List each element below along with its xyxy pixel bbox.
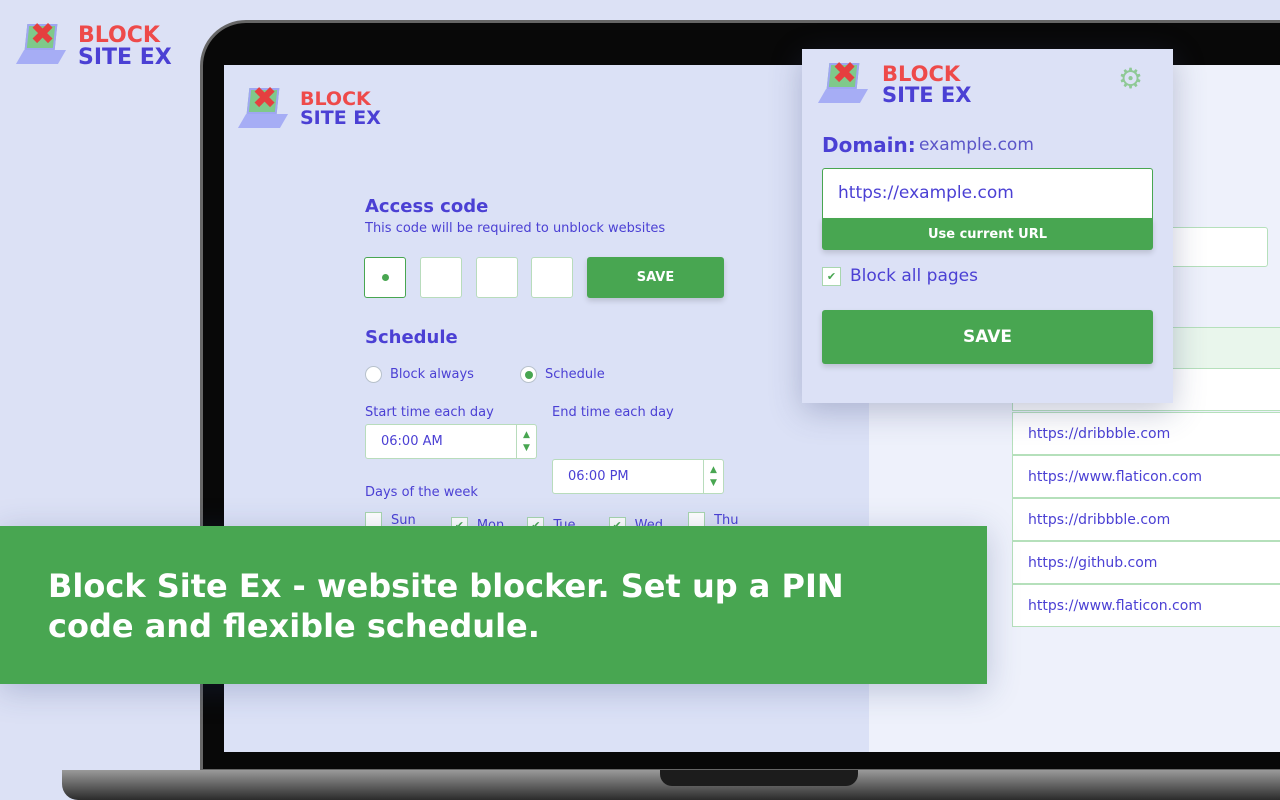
brand-line1: BLOCK <box>78 23 160 48</box>
block-all-pages-checkbox[interactable]: ✔ Block all pages <box>822 266 978 286</box>
access-code-subtitle: This code will be required to unblock we… <box>365 221 666 236</box>
list-item[interactable]: https://dribbble.com <box>1012 498 1280 541</box>
schedule-title: Schedule <box>365 327 458 348</box>
brand-line1: BLOCK <box>882 62 961 86</box>
radio-icon <box>520 366 537 383</box>
popup-save-button[interactable]: SAVE <box>822 310 1153 364</box>
end-time-value: 06:00 PM <box>568 469 629 484</box>
spinner-arrows-icon[interactable]: ▲ ▼ <box>703 460 723 493</box>
radio-block-always[interactable]: Block always <box>365 366 474 383</box>
checkbox-checked[interactable]: ✔ <box>822 266 841 286</box>
start-time-value: 06:00 AM <box>381 434 443 449</box>
spinner-arrows-icon[interactable]: ▲ ▼ <box>516 425 536 458</box>
popup-logo: ✖ BLOCK SITE EX <box>817 59 972 109</box>
days-label: Days of the week <box>365 485 478 500</box>
laptop-block-icon: ✖ <box>237 84 292 132</box>
domain-label: Domain: <box>822 133 916 157</box>
brand-line2: SITE EX <box>78 45 172 70</box>
brand-line2: SITE EX <box>300 107 381 129</box>
laptop-block-icon: ✖ <box>817 59 874 109</box>
screen-logo: ✖ BLOCK SITE EX <box>237 84 381 132</box>
pin-digit-3[interactable] <box>476 257 518 298</box>
end-time-label: End time each day <box>552 405 674 420</box>
domain-value: example.com <box>919 135 1034 155</box>
block-all-label: Block all pages <box>850 266 978 286</box>
laptop-block-icon: ✖ <box>15 20 70 72</box>
radio-icon <box>365 366 382 383</box>
brand-logo: ✖ BLOCK SITE EX <box>15 20 172 72</box>
start-time-input[interactable]: 06:00 AM ▲ ▼ <box>365 424 537 459</box>
list-item[interactable]: https://github.com <box>1012 541 1280 584</box>
laptop-notch <box>660 770 858 786</box>
url-input[interactable]: https://example.com <box>822 168 1153 218</box>
radio-label: Block always <box>390 367 474 382</box>
radio-label: Schedule <box>545 367 605 382</box>
use-current-url-button[interactable]: Use current URL <box>822 218 1153 250</box>
list-item[interactable]: https://www.flaticon.com <box>1012 455 1280 498</box>
pin-digit-2[interactable] <box>420 257 462 298</box>
promo-banner: Block Site Ex - website blocker. Set up … <box>0 526 987 684</box>
brand-line2: SITE EX <box>882 83 972 107</box>
start-time-label: Start time each day <box>365 405 494 420</box>
extension-popup: ✖ BLOCK SITE EX ⚙ Domain: example.com htt… <box>802 49 1173 403</box>
access-save-button[interactable]: SAVE <box>587 257 724 298</box>
radio-schedule[interactable]: Schedule <box>520 366 605 383</box>
end-time-input[interactable]: 06:00 PM ▲ ▼ <box>552 459 724 494</box>
pin-digit-1[interactable] <box>364 257 406 298</box>
settings-gear-icon[interactable]: ⚙ <box>1118 65 1143 93</box>
access-code-title: Access code <box>365 196 489 217</box>
list-item[interactable]: https://www.flaticon.com <box>1012 584 1280 627</box>
pin-digit-4[interactable] <box>531 257 573 298</box>
list-item[interactable]: https://dribbble.com <box>1012 412 1280 455</box>
